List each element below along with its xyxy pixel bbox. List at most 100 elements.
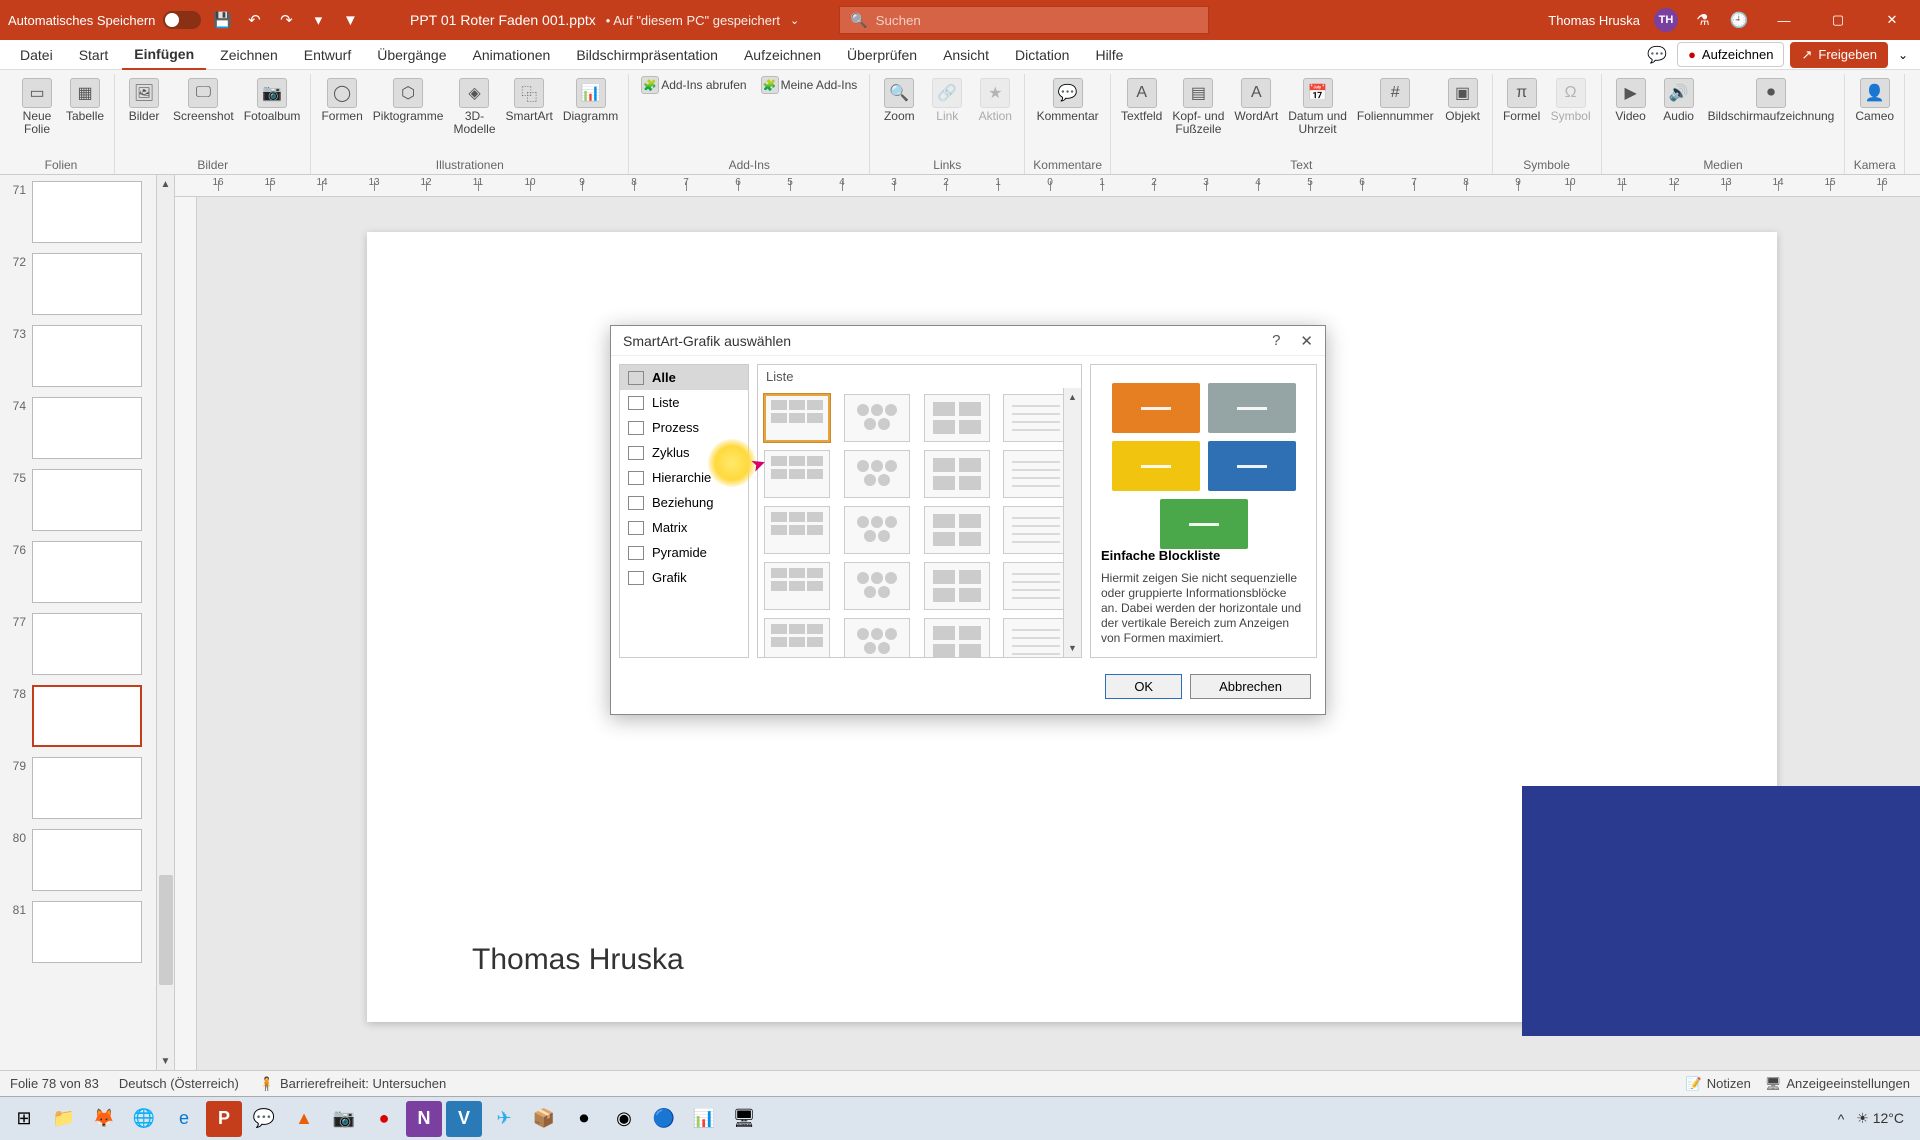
slide-thumbnail[interactable]: 72 — [6, 253, 168, 315]
slide-thumbnail[interactable]: 76 — [6, 541, 168, 603]
qat-more-icon[interactable]: ▼ — [339, 9, 361, 31]
save-icon[interactable]: 💾 — [211, 9, 233, 31]
autosave-toggle[interactable] — [163, 11, 201, 29]
firefox-icon[interactable]: 🦊 — [86, 1101, 122, 1137]
onenote-icon[interactable]: N — [406, 1101, 442, 1137]
layout-option[interactable] — [924, 394, 990, 442]
layout-option[interactable] — [764, 450, 830, 498]
ribbon-btn-bilder[interactable]: 🖼Bilder — [123, 74, 165, 127]
tab-entwurf[interactable]: Entwurf — [292, 41, 363, 69]
display-settings-button[interactable]: 🖥 Anzeigeeinstellungen — [1765, 1076, 1910, 1092]
vlc-icon[interactable]: ▲ — [286, 1101, 322, 1137]
ribbon-btn-textfeld[interactable]: ATextfeld — [1119, 74, 1164, 127]
layout-option[interactable] — [1003, 450, 1069, 498]
ribbon-btn-video[interactable]: ▶Video — [1610, 74, 1652, 127]
ribbon-btn-symbol[interactable]: ΩSymbol — [1549, 74, 1593, 127]
app-icon-6[interactable]: ◉ — [606, 1101, 642, 1137]
category-pyramide[interactable]: Pyramide — [620, 540, 748, 565]
edge-icon[interactable]: e — [166, 1101, 202, 1137]
minimize-button[interactable]: — — [1764, 0, 1804, 40]
tray-expand-icon[interactable]: ^ — [1838, 1111, 1845, 1127]
tab-aufzeichnen[interactable]: Aufzeichnen — [732, 41, 833, 69]
tab-animationen[interactable]: Animationen — [461, 41, 563, 69]
slide-thumbnail[interactable]: 73 — [6, 325, 168, 387]
ribbon-btn-add-ins-abrufen[interactable]: 🧩Add-Ins abrufen — [637, 74, 750, 96]
search-input[interactable] — [876, 13, 1199, 28]
layout-option[interactable] — [844, 394, 910, 442]
ribbon-btn-wordart[interactable]: AWordArt — [1232, 74, 1280, 127]
gallery-scroll-up-icon[interactable]: ▲ — [1064, 388, 1081, 406]
layout-option[interactable] — [924, 450, 990, 498]
gallery-scrollbar[interactable]: ▲ ▼ — [1063, 388, 1081, 657]
layout-option[interactable] — [764, 394, 830, 442]
ribbon-btn-formen[interactable]: ◯Formen — [319, 74, 364, 127]
tab-zeichnen[interactable]: Zeichnen — [208, 41, 290, 69]
app-icon-4[interactable]: V — [446, 1101, 482, 1137]
collapse-ribbon-icon[interactable]: ⌄ — [1894, 44, 1912, 66]
ribbon-btn-tabelle[interactable]: ▦Tabelle — [64, 74, 106, 127]
ribbon-btn-diagramm[interactable]: 📊Diagramm — [561, 74, 620, 127]
accessibility-check[interactable]: 🧍Barrierefreiheit: Untersuchen — [259, 1076, 446, 1092]
coming-soon-icon[interactable]: ⚗ — [1692, 9, 1714, 31]
ribbon-btn-kopf--und-fußzeile[interactable]: ▤Kopf- und Fußzeile — [1170, 74, 1226, 140]
category-alle[interactable]: Alle — [620, 365, 748, 390]
layout-option[interactable] — [1003, 394, 1069, 442]
layout-option[interactable] — [924, 618, 990, 657]
ribbon-btn-bildschirmaufzeichnung[interactable]: ⏺Bildschirmaufzeichnung — [1706, 74, 1837, 127]
ribbon-btn-link[interactable]: 🔗Link — [926, 74, 968, 127]
comments-ribbon-icon[interactable]: 💬 — [1643, 41, 1671, 69]
ribbon-btn-aktion[interactable]: ★Aktion — [974, 74, 1016, 127]
layout-option[interactable] — [764, 506, 830, 554]
app-icon-8[interactable]: 📊 — [686, 1101, 722, 1137]
layout-option[interactable] — [764, 562, 830, 610]
slide-thumbnail[interactable]: 74 — [6, 397, 168, 459]
dialog-close-icon[interactable]: ✕ — [1300, 332, 1313, 350]
ribbon-btn-screenshot[interactable]: 🖵Screenshot — [171, 74, 236, 127]
slide-thumbnail[interactable]: 71 — [6, 181, 168, 243]
obs-icon[interactable]: ⏺ — [566, 1101, 602, 1137]
tab-ueberpruefen[interactable]: Überprüfen — [835, 41, 929, 69]
tab-hilfe[interactable]: Hilfe — [1083, 41, 1135, 69]
layout-option[interactable] — [1003, 618, 1069, 657]
layout-option[interactable] — [844, 618, 910, 657]
undo-icon[interactable]: ↶ — [243, 9, 265, 31]
language-indicator[interactable]: Deutsch (Österreich) — [119, 1076, 239, 1091]
file-explorer-icon[interactable]: 📁 — [46, 1101, 82, 1137]
dialog-help-icon[interactable]: ? — [1272, 332, 1280, 350]
scroll-up-icon[interactable]: ▲ — [157, 175, 174, 193]
ribbon-btn-3d--modelle[interactable]: ◈3D- Modelle — [451, 74, 497, 140]
user-avatar[interactable]: TH — [1654, 8, 1678, 32]
redo-icon[interactable]: ↷ — [275, 9, 297, 31]
category-prozess[interactable]: Prozess — [620, 415, 748, 440]
slide-thumbnail[interactable]: 75 — [6, 469, 168, 531]
app-icon-7[interactable]: 🔵 — [646, 1101, 682, 1137]
dialog-titlebar[interactable]: SmartArt-Grafik auswählen ? ✕ — [611, 326, 1325, 356]
ribbon-btn-objekt[interactable]: ▣Objekt — [1442, 74, 1484, 127]
ribbon-btn-kommentar[interactable]: 💬Kommentar — [1035, 74, 1101, 127]
close-button[interactable]: ✕ — [1872, 0, 1912, 40]
category-liste[interactable]: Liste — [620, 390, 748, 415]
tab-praesentation[interactable]: Bildschirmpräsentation — [564, 41, 730, 69]
scrollbar-thumb[interactable] — [159, 875, 173, 985]
notes-button[interactable]: 📝 Notizen — [1686, 1076, 1751, 1092]
ribbon-btn-smartart[interactable]: ⿻SmartArt — [504, 74, 555, 127]
layout-option[interactable] — [844, 562, 910, 610]
slide-thumbnail[interactable]: 79 — [6, 757, 168, 819]
gallery-scroll-down-icon[interactable]: ▼ — [1064, 639, 1081, 657]
category-grafik[interactable]: Grafik — [620, 565, 748, 590]
weather-widget[interactable]: ☀ 12°C — [1856, 1110, 1904, 1127]
app-icon-3[interactable]: ● — [366, 1101, 402, 1137]
category-hierarchie[interactable]: Hierarchie — [620, 465, 748, 490]
slide-thumbnail[interactable]: 78 — [6, 685, 168, 747]
search-box[interactable]: 🔍 — [839, 6, 1209, 34]
tab-einfuegen[interactable]: Einfügen — [122, 40, 206, 70]
title-dropdown-icon[interactable]: ⌄ — [790, 14, 799, 27]
ribbon-btn-neue-folie[interactable]: ▭Neue Folie — [16, 74, 58, 140]
slide-thumbnail[interactable]: 80 — [6, 829, 168, 891]
ribbon-btn-audio[interactable]: 🔊Audio — [1658, 74, 1700, 127]
ribbon-btn-fotoalbum[interactable]: 📷Fotoalbum — [242, 74, 303, 127]
ok-button[interactable]: OK — [1105, 674, 1182, 699]
thumbs-scrollbar[interactable]: ▲ ▼ — [156, 175, 174, 1070]
ribbon-btn-cameo[interactable]: 👤Cameo — [1853, 74, 1896, 127]
ribbon-btn-meine-add-ins[interactable]: 🧩Meine Add-Ins — [757, 74, 862, 96]
